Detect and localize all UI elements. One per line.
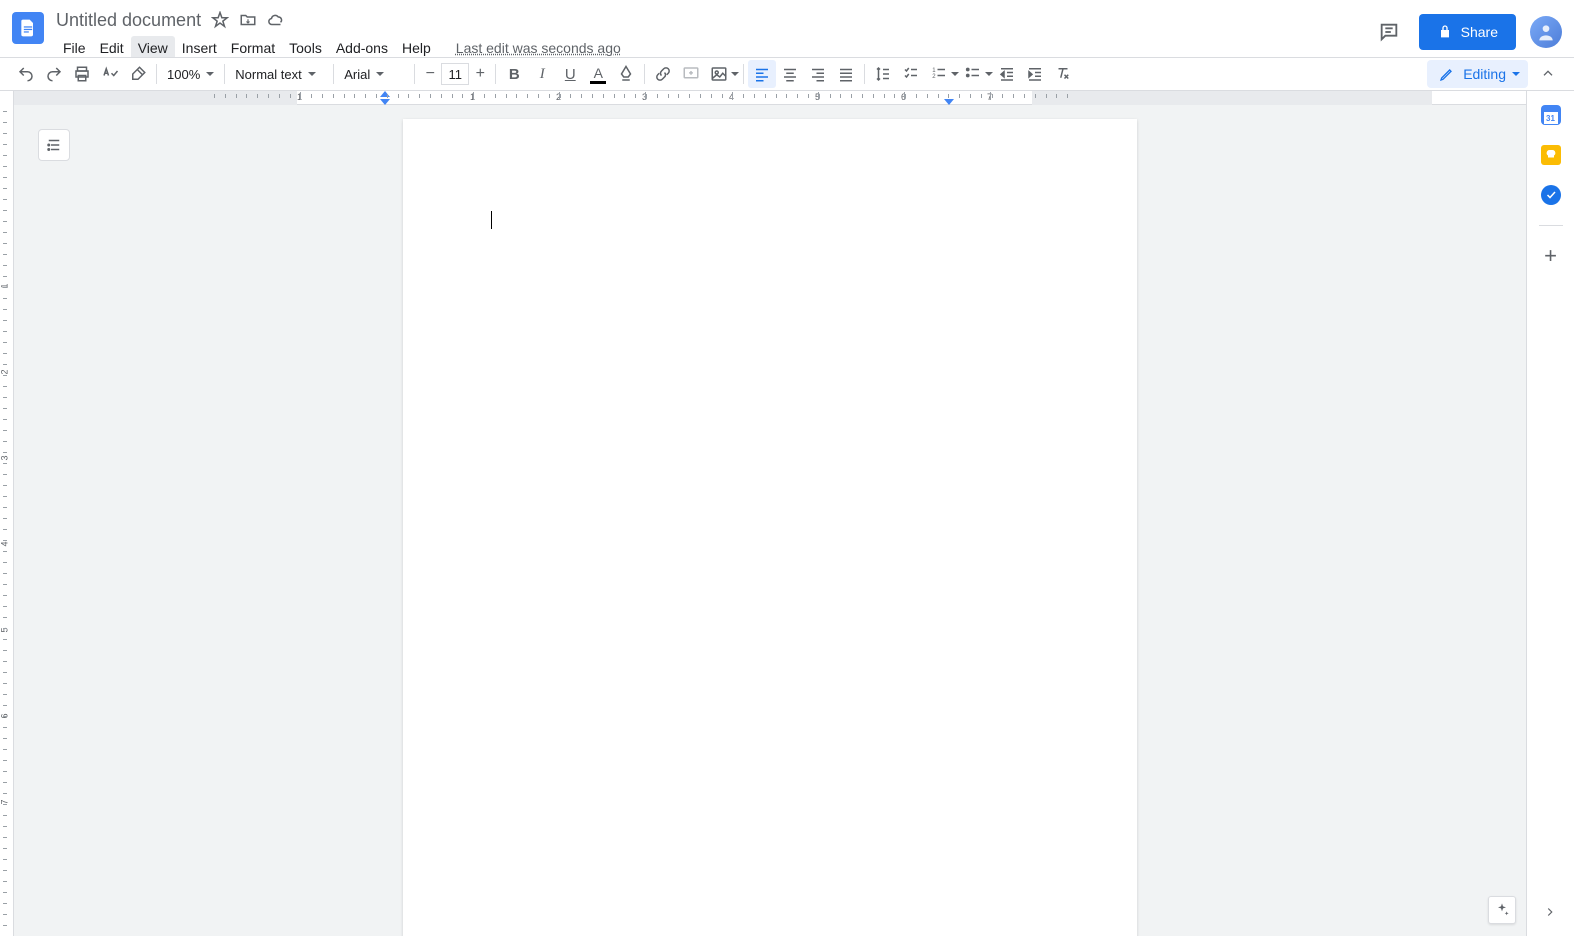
vertical-ruler[interactable]: 1234567 [0, 91, 14, 936]
caret-down-icon[interactable] [731, 72, 739, 76]
toolbar: 100% Normal text Arial − + B I U A 12 [0, 57, 1574, 91]
spellcheck-button[interactable] [96, 60, 124, 88]
increase-indent-button[interactable] [1021, 60, 1049, 88]
align-justify-button[interactable] [832, 60, 860, 88]
bulleted-list-button[interactable] [959, 60, 987, 88]
caret-down-icon [308, 72, 316, 76]
account-avatar[interactable] [1530, 16, 1562, 48]
cloud-status-icon[interactable] [267, 11, 285, 29]
document-icon [18, 18, 38, 38]
font-size-input[interactable] [441, 63, 469, 85]
highlight-color-button[interactable] [612, 60, 640, 88]
caret-down-icon[interactable] [951, 72, 959, 76]
line-spacing-button[interactable] [869, 60, 897, 88]
editing-mode-button[interactable]: Editing [1427, 60, 1528, 88]
move-icon[interactable] [239, 11, 257, 29]
explore-button[interactable] [1488, 896, 1516, 924]
horizontal-ruler[interactable]: 11234567 [14, 91, 1526, 105]
paint-format-button[interactable] [124, 60, 152, 88]
hide-side-panel-button[interactable] [1540, 902, 1560, 922]
align-left-button[interactable] [748, 60, 776, 88]
calendar-app-icon[interactable] [1541, 105, 1561, 125]
zoom-select[interactable]: 100% [161, 60, 220, 88]
workspace: 1234567 11234567 + [0, 91, 1574, 936]
share-button[interactable]: Share [1419, 14, 1516, 50]
italic-button[interactable]: I [528, 60, 556, 88]
show-outline-button[interactable] [38, 129, 70, 161]
bold-button[interactable]: B [500, 60, 528, 88]
insert-image-button[interactable] [705, 60, 733, 88]
star-icon[interactable] [211, 11, 229, 29]
undo-button[interactable] [12, 60, 40, 88]
paragraph-style-select[interactable]: Normal text [229, 60, 329, 88]
caret-down-icon [1512, 72, 1520, 76]
caret-down-icon [376, 72, 384, 76]
numbered-list-button[interactable]: 12 [925, 60, 953, 88]
print-button[interactable] [68, 60, 96, 88]
get-addons-button[interactable]: + [1541, 246, 1561, 266]
redo-button[interactable] [40, 60, 68, 88]
align-center-button[interactable] [776, 60, 804, 88]
text-cursor [491, 211, 492, 229]
text-color-button[interactable]: A [584, 60, 612, 88]
document-canvas[interactable] [14, 105, 1526, 936]
checklist-button[interactable] [897, 60, 925, 88]
svg-text:1: 1 [933, 68, 937, 74]
document-title[interactable]: Untitled document [56, 10, 201, 31]
add-comment-button[interactable] [677, 60, 705, 88]
svg-text:2: 2 [933, 74, 937, 80]
collapse-toolbar-button[interactable] [1534, 60, 1562, 88]
font-size-decrease[interactable]: − [419, 63, 441, 85]
comment-history-icon[interactable] [1373, 16, 1405, 48]
last-edit-link[interactable]: Last edit was seconds ago [456, 40, 621, 56]
keep-app-icon[interactable] [1541, 145, 1561, 165]
header: Untitled document File Edit View Insert … [0, 0, 1574, 57]
share-label: Share [1461, 24, 1498, 40]
align-right-button[interactable] [804, 60, 832, 88]
insert-link-button[interactable] [649, 60, 677, 88]
docs-logo[interactable] [12, 12, 44, 44]
side-panel: + [1526, 91, 1574, 936]
first-line-indent-marker[interactable] [380, 91, 390, 97]
page[interactable] [403, 119, 1137, 936]
underline-button[interactable]: U [556, 60, 584, 88]
decrease-indent-button[interactable] [993, 60, 1021, 88]
font-family-select[interactable]: Arial [338, 60, 410, 88]
pencil-icon [1439, 66, 1455, 82]
caret-down-icon [206, 72, 214, 76]
font-size-increase[interactable]: + [469, 63, 491, 85]
lock-icon [1437, 24, 1453, 40]
caret-down-icon[interactable] [985, 72, 993, 76]
clear-formatting-button[interactable] [1049, 60, 1077, 88]
tasks-app-icon[interactable] [1541, 185, 1561, 205]
